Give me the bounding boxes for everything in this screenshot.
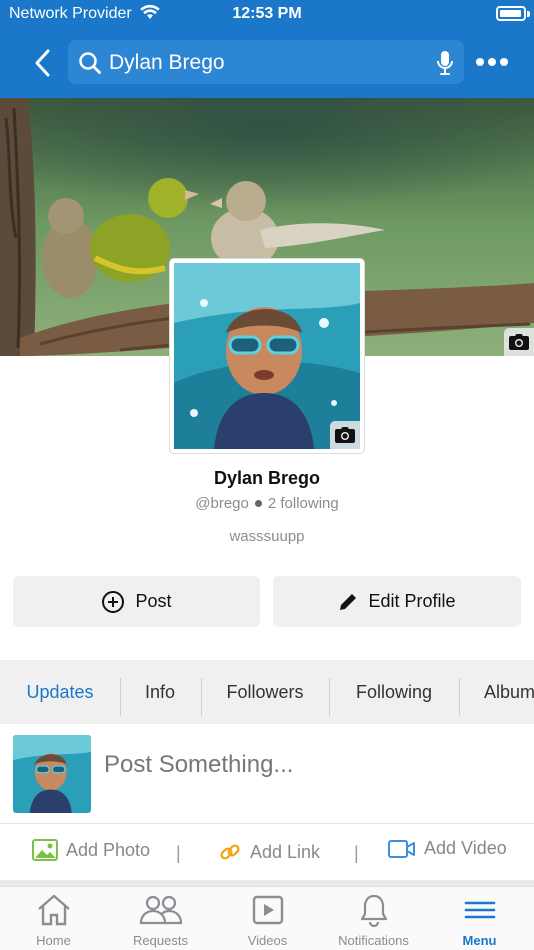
post-button[interactable]: Post (13, 576, 260, 627)
more-icon (476, 58, 508, 66)
tab-albums[interactable]: Albums (484, 660, 534, 724)
nav-home[interactable]: Home (0, 887, 107, 950)
tab-following[interactable]: Following (340, 660, 448, 724)
nav-videos[interactable]: Videos (214, 887, 321, 950)
photo-icon (32, 839, 58, 861)
following-count[interactable]: 2 following (268, 495, 339, 512)
pencil-icon (340, 593, 357, 610)
bell-icon (360, 894, 387, 927)
composer-avatar (13, 735, 91, 813)
back-button[interactable] (30, 48, 56, 78)
profile-meta: @brego 2 following (0, 495, 534, 512)
camera-icon (335, 427, 355, 443)
status-bar: Network Provider 12:53 PM (0, 0, 534, 30)
edit-profile-button[interactable]: Edit Profile (273, 576, 521, 627)
nav-requests[interactable]: Requests (107, 887, 214, 950)
media-actions: Add Photo | Add Link | Add Video (0, 825, 534, 880)
search-input[interactable]: Dylan Brego (68, 40, 464, 84)
cover-camera-button[interactable] (504, 328, 534, 356)
back-arrow-icon (35, 49, 50, 77)
search-query: Dylan Brego (109, 51, 225, 74)
profile-name: Dylan Brego (213, 468, 321, 488)
bottom-navigation: Home Requests Videos Notifications Menu (0, 886, 534, 950)
tab-updates[interactable]: Updates (14, 660, 106, 724)
tab-info[interactable]: Info (130, 660, 190, 724)
home-icon (37, 894, 70, 926)
profile-handle: @brego (195, 495, 249, 512)
profile-bio: wasssuupp (229, 528, 305, 545)
profile-avatar[interactable] (170, 259, 364, 453)
profile-tabs: Updates Info Followers Following Albums (0, 660, 534, 724)
menu-icon (464, 901, 495, 919)
edit-profile-label: Edit Profile (368, 591, 456, 611)
add-link-button[interactable]: Add Link (218, 840, 320, 864)
nav-notifications[interactable]: Notifications (320, 887, 427, 950)
avatar-camera-button[interactable] (330, 421, 360, 449)
tab-followers[interactable]: Followers (212, 660, 318, 724)
wifi-icon (140, 4, 160, 25)
plus-circle-icon (102, 590, 125, 613)
people-icon (139, 895, 182, 925)
carrier-label: Network Provider (9, 5, 132, 22)
camera-icon (509, 334, 529, 350)
video-camera-icon (388, 839, 415, 858)
more-options-button[interactable] (474, 49, 514, 75)
top-bar: Network Provider 12:53 PM Dylan Brego (0, 0, 534, 98)
microphone-icon[interactable] (436, 50, 454, 81)
link-icon (220, 844, 240, 860)
post-button-label: Post (135, 591, 172, 611)
nav-menu[interactable]: Menu (426, 887, 533, 950)
search-icon (78, 51, 102, 80)
battery-icon (496, 6, 526, 21)
add-video-button[interactable]: Add Video (388, 838, 507, 859)
post-something-input[interactable]: Post Something... (104, 751, 293, 779)
post-composer: Post Something... (0, 724, 534, 824)
add-photo-button[interactable]: Add Photo (32, 839, 150, 861)
play-icon (252, 895, 283, 925)
